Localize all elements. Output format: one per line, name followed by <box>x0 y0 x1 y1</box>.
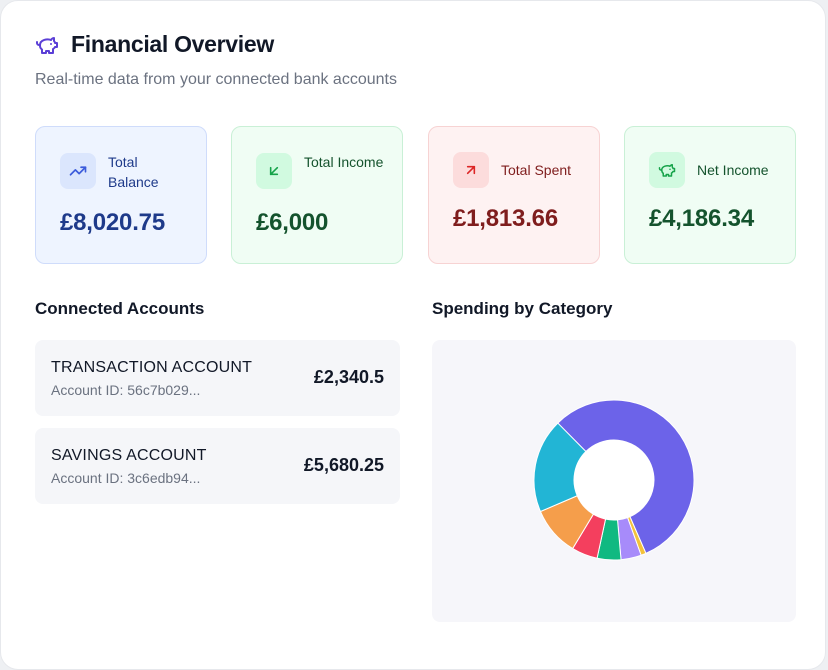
account-card-savings[interactable]: SAVINGS ACCOUNT Account ID: 3c6edb94... … <box>35 428 400 504</box>
total-balance-card: Total Balance £8,020.75 <box>35 126 207 264</box>
connected-accounts-title: Connected Accounts <box>35 299 205 318</box>
account-name: TRANSACTION ACCOUNT <box>51 359 253 376</box>
total-spent-label: Total Spent <box>501 162 572 178</box>
account-card-transaction[interactable]: TRANSACTION ACCOUNT Account ID: 56c7b029… <box>35 340 400 416</box>
financial-overview-card: Financial Overview Real-time data from y… <box>0 0 826 670</box>
header: Financial Overview <box>35 31 274 58</box>
total-balance-label: Total Balance <box>108 154 159 190</box>
piggy-bank-icon <box>649 152 685 188</box>
trending-up-icon <box>60 153 96 189</box>
account-id: Account ID: 56c7b029... <box>51 382 201 398</box>
piggy-bank-icon <box>35 33 59 57</box>
account-name: SAVINGS ACCOUNT <box>51 447 207 464</box>
arrow-down-left-icon <box>256 153 292 189</box>
donut-hole <box>574 440 654 520</box>
net-income-card: Net Income £4,186.34 <box>624 126 796 264</box>
spending-donut-chart <box>533 399 695 561</box>
spending-by-category-title: Spending by Category <box>432 299 613 318</box>
stats-row: Total Balance £8,020.75 Total Income £6,… <box>35 126 797 264</box>
net-income-label: Net Income <box>697 162 769 178</box>
account-balance: £5,680.25 <box>303 455 384 475</box>
page-subtitle: Real-time data from your connected bank … <box>35 71 397 88</box>
page-title: Financial Overview <box>71 31 274 57</box>
net-income-value: £4,186.34 <box>649 205 754 232</box>
total-spent-card: Total Spent £1,813.66 <box>428 126 600 264</box>
total-income-label: Total Income <box>304 154 384 170</box>
spending-chart-panel <box>432 340 796 622</box>
arrow-up-right-icon <box>453 152 489 188</box>
total-balance-value: £8,020.75 <box>60 209 165 236</box>
account-balance: £2,340.5 <box>313 367 384 387</box>
total-income-value: £6,000 <box>256 209 329 236</box>
total-spent-value: £1,813.66 <box>453 205 558 232</box>
account-id: Account ID: 3c6edb94... <box>51 470 201 486</box>
total-income-card: Total Income £6,000 <box>231 126 403 264</box>
